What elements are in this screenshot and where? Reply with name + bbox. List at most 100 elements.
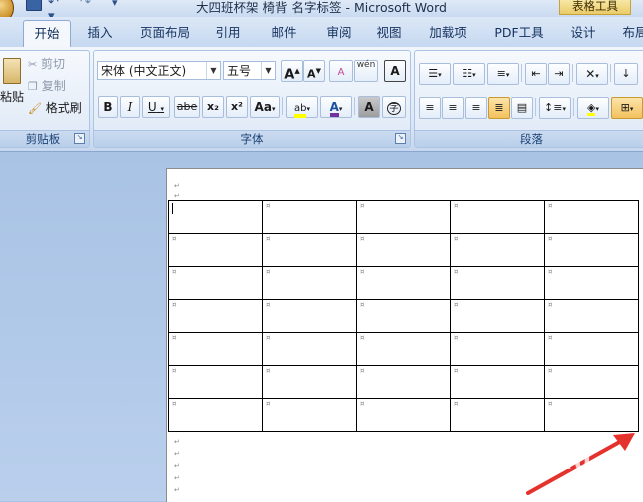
table-cell[interactable]: ¤: [262, 398, 357, 432]
format-painter-button[interactable]: 🖌 格式刷: [27, 97, 87, 119]
align-left-button[interactable]: ≡: [419, 97, 441, 119]
table-cell[interactable]: ¤: [450, 200, 545, 234]
font-launcher-icon[interactable]: ↘: [395, 133, 406, 144]
chinese-layout-button[interactable]: ✕▾: [576, 63, 608, 85]
document-table[interactable]: ¤ ¤ ¤ ¤ ¤ ¤ ¤ ¤ ¤ ¤ ¤ ¤ ¤ ¤ ¤ ¤ ¤ ¤ ¤ ¤ ¤ ¤ ¤ ¤ ¤ ¤ ¤ ¤ ¤ ¤ ¤ ¤ ¤ ¤: [168, 200, 640, 432]
format-painter-icon: 🖌: [28, 102, 42, 115]
phonetic-guide-button[interactable]: wén: [354, 60, 378, 82]
table-cell[interactable]: ¤: [450, 233, 545, 267]
italic-button[interactable]: I: [120, 96, 140, 118]
scissors-icon: ✂: [28, 58, 38, 71]
increase-indent-button[interactable]: ⇥: [548, 63, 570, 85]
table-cell[interactable]: ¤: [262, 233, 357, 267]
multilevel-list-icon: ≡: [496, 67, 506, 80]
table-cell[interactable]: ¤: [450, 299, 545, 333]
table-cell[interactable]: ¤: [168, 233, 263, 267]
sort-button[interactable]: ↓: [614, 63, 638, 85]
tab-pdf-tools[interactable]: PDF工具: [488, 21, 550, 45]
grow-font-button[interactable]: A▲: [281, 60, 303, 82]
tab-page-layout[interactable]: 页面布局: [135, 21, 195, 45]
character-border-icon: A: [390, 64, 400, 78]
table-cell[interactable]: ¤: [544, 332, 639, 366]
end-of-cell-mark: ¤: [454, 202, 459, 210]
table-cell[interactable]: ¤: [450, 266, 545, 300]
chevron-down-icon[interactable]: ▼: [261, 62, 275, 79]
paragraph-mark: ↵: [174, 192, 180, 200]
table-cell[interactable]: ¤: [168, 365, 263, 399]
table-cell[interactable]: ¤: [262, 200, 357, 234]
end-of-cell-mark: ¤: [172, 334, 177, 342]
table-row: ¤ ¤ ¤ ¤ ¤: [168, 332, 640, 366]
borders-button[interactable]: ⊞▾: [611, 97, 643, 119]
tab-home[interactable]: 开始: [23, 20, 71, 47]
table-cell[interactable]: ¤: [544, 233, 639, 267]
chevron-down-icon[interactable]: ▼: [206, 62, 220, 79]
line-spacing-button[interactable]: ↕≡▾: [539, 97, 571, 119]
tab-review[interactable]: 审阅: [318, 21, 360, 45]
table-cell[interactable]: ¤: [356, 200, 451, 234]
decrease-indent-button[interactable]: ⇤: [525, 63, 547, 85]
table-cell[interactable]: ¤: [356, 266, 451, 300]
bullets-button[interactable]: ☰▾: [419, 63, 451, 85]
tab-design[interactable]: 设计: [562, 21, 604, 45]
table-cell[interactable]: ¤: [356, 398, 451, 432]
align-right-button[interactable]: ≡: [465, 97, 487, 119]
distributed-align-button[interactable]: ▤: [511, 97, 533, 119]
enclose-characters-button[interactable]: 字: [382, 96, 406, 118]
italic-icon: I: [127, 100, 133, 114]
table-cell[interactable]: [168, 200, 263, 234]
multilevel-list-button[interactable]: ≡▾: [487, 63, 519, 85]
table-cell[interactable]: ¤: [262, 365, 357, 399]
font-size-combo[interactable]: 五号 ▼: [223, 61, 276, 80]
tab-addins[interactable]: 加载项: [422, 21, 474, 45]
superscript-button[interactable]: x²: [226, 96, 248, 118]
font-color-button[interactable]: A▾: [320, 96, 352, 118]
align-center-button[interactable]: ≡: [442, 97, 464, 119]
font-name-combo[interactable]: 宋体 (中文正文) ▼: [97, 61, 221, 80]
tab-layout[interactable]: 布局: [614, 21, 643, 45]
cut-button[interactable]: ✂ 剪切: [27, 53, 81, 75]
table-cell[interactable]: ¤: [356, 365, 451, 399]
table-cell[interactable]: ¤: [356, 332, 451, 366]
strikethrough-button[interactable]: abe: [174, 96, 200, 118]
character-border-button[interactable]: A: [384, 60, 406, 82]
bold-button[interactable]: B: [98, 96, 118, 118]
tab-references[interactable]: 引用: [207, 21, 249, 45]
table-cell[interactable]: ¤: [168, 332, 263, 366]
table-cell[interactable]: ¤: [168, 266, 263, 300]
table-cell[interactable]: ¤: [356, 299, 451, 333]
paste-button[interactable]: 粘贴: [0, 55, 25, 117]
underline-button[interactable]: U ▾: [142, 96, 170, 118]
end-of-cell-mark: ¤: [548, 400, 553, 408]
table-row: ¤ ¤ ¤ ¤ ¤: [168, 233, 640, 267]
subscript-button[interactable]: x₂: [202, 96, 224, 118]
copy-button[interactable]: ❐ 复制: [27, 75, 81, 97]
table-cell[interactable]: ¤: [544, 200, 639, 234]
table-cell[interactable]: ¤: [544, 299, 639, 333]
justify-button[interactable]: ≣: [488, 97, 510, 119]
chinese-layout-icon: ✕: [585, 67, 596, 81]
table-cell[interactable]: ¤: [356, 233, 451, 267]
text-highlight-button[interactable]: ab▾: [286, 96, 318, 118]
tab-view[interactable]: 视图: [368, 21, 410, 45]
table-cell[interactable]: ¤: [450, 332, 545, 366]
character-shading-button[interactable]: A: [358, 96, 380, 118]
font-group-label: 字体: [94, 130, 410, 147]
table-cell[interactable]: ¤: [450, 365, 545, 399]
change-case-button[interactable]: Aa▾: [250, 96, 280, 118]
table-cell[interactable]: ¤: [262, 266, 357, 300]
numbering-button[interactable]: ☷▾: [453, 63, 485, 85]
table-cell[interactable]: ¤: [168, 299, 263, 333]
table-cell[interactable]: ¤: [168, 398, 263, 432]
shading-button[interactable]: ◈▾: [577, 97, 609, 119]
table-cell[interactable]: ¤: [262, 332, 357, 366]
clipboard-launcher-icon[interactable]: ↘: [74, 133, 85, 144]
table-cell[interactable]: ¤: [544, 365, 639, 399]
paragraph-group: ☰▾ ☷▾ ≡▾ ⇤ ⇥ ✕▾ ↓ ≡ ≡ ≡ ≣ ▤ ↕≡▾ ◈▾ ⊞▾ 段落: [414, 50, 643, 148]
shrink-font-button[interactable]: A▼: [303, 60, 325, 82]
table-cell[interactable]: ¤: [544, 266, 639, 300]
table-cell[interactable]: ¤: [262, 299, 357, 333]
tab-mailings[interactable]: 邮件: [263, 21, 305, 45]
tab-insert[interactable]: 插入: [79, 21, 121, 45]
clear-formatting-button[interactable]: A: [329, 60, 353, 82]
